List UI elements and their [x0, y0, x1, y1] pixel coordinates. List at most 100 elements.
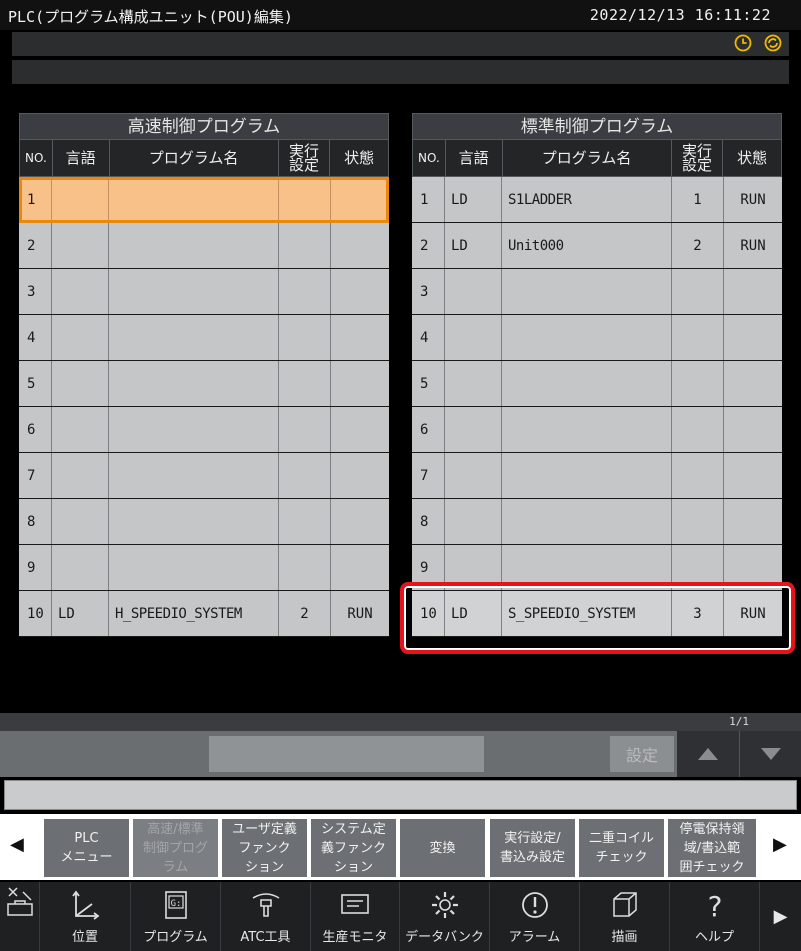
table-row[interactable]: 2 LD Unit000 2 RUN: [412, 223, 782, 269]
col-lang: 言語: [446, 140, 503, 176]
clock-icon: [734, 34, 757, 57]
page-up-button[interactable]: [677, 731, 739, 777]
set-button[interactable]: 設定: [610, 736, 674, 772]
highlight-frame: [400, 582, 795, 654]
col-name: プログラム名: [110, 140, 279, 176]
fkey-8[interactable]: 停電保持領 域/書込範 囲チェック: [668, 819, 756, 877]
cell-status: [724, 453, 782, 498]
menu-item-monitor[interactable]: 生産モニタ: [311, 882, 400, 951]
menu-item-maintenance[interactable]: [0, 882, 40, 951]
menu-label: プログラム: [143, 930, 208, 945]
cell-exec: [279, 407, 331, 452]
fkey-6[interactable]: 実行設定/ 書込み設定: [490, 819, 575, 877]
page-indicator: 1/1: [729, 715, 749, 728]
cell-status: [331, 499, 389, 544]
cell-name: [109, 499, 279, 544]
cell-no: 2: [412, 223, 445, 268]
menu-item-alarm[interactable]: アラーム: [490, 882, 580, 951]
fkey-next-icon[interactable]: ▶: [773, 834, 787, 855]
cell-status: RUN: [740, 237, 766, 254]
menu-item-axes[interactable]: 位置: [40, 882, 131, 951]
cell-name: [502, 315, 672, 360]
cell-status: RUN: [740, 191, 766, 208]
table-row[interactable]: 8: [412, 499, 782, 545]
datetime-display: 2022/12/13 16:11:22: [589, 6, 771, 24]
cell-lang: LD: [445, 223, 502, 268]
fkey-5[interactable]: 変換: [400, 819, 485, 877]
cell-name: [109, 269, 279, 314]
cell-no: 6: [19, 407, 52, 452]
cell-name: [109, 361, 279, 406]
cell-name: [109, 315, 279, 360]
table-row[interactable]: 1 LD S1LADDER 1 RUN: [412, 177, 782, 223]
message-bar: [4, 780, 797, 810]
maintenance-icon: [0, 884, 39, 918]
svg-text:G:: G:: [170, 899, 181, 909]
fkey-3[interactable]: ユーザ定義 ファンク ション: [222, 819, 307, 877]
table-title: 標準制御プログラム: [412, 113, 782, 139]
standard-program-table: 標準制御プログラム NO. 言語 プログラム名 実行 設定 状態 1 LD S1LA…: [412, 113, 782, 637]
cell-exec: [279, 453, 331, 498]
table-row[interactable]: 8: [19, 499, 389, 545]
cell-status: [331, 361, 389, 406]
fkey-7[interactable]: 二重コイル チェック: [579, 819, 664, 877]
cell-exec: 2: [279, 591, 331, 636]
fkey-1[interactable]: PLC メニュー: [44, 819, 129, 877]
fkey-2[interactable]: 高速/標準 制御プログ ラム: [133, 819, 218, 877]
cell-no: 8: [19, 499, 52, 544]
menu-label: 生産モニタ: [322, 930, 388, 945]
triangle-up-icon: [698, 748, 718, 760]
table-row[interactable]: 9: [19, 545, 389, 591]
cell-name: [502, 453, 672, 498]
fkey-prev-icon[interactable]: ◀: [10, 834, 24, 855]
page-down-button[interactable]: [739, 731, 801, 777]
table-row[interactable]: 5: [412, 361, 782, 407]
menu-next-icon[interactable]: ▶: [760, 882, 801, 951]
cell-status: [331, 545, 389, 590]
cycle-icon: [763, 34, 783, 57]
table-row[interactable]: 3: [19, 269, 389, 315]
cell-lang: [52, 269, 109, 314]
table-row[interactable]: 7: [19, 453, 389, 499]
cell-name: S1LADDER: [502, 177, 672, 222]
menu-label: データバンク: [405, 930, 484, 945]
cell-exec: [279, 361, 331, 406]
cell-exec: [279, 269, 331, 314]
table-row[interactable]: 7: [412, 453, 782, 499]
table-row[interactable]: 1: [19, 177, 389, 223]
table-row[interactable]: 6: [19, 407, 389, 453]
cell-status: [331, 177, 389, 222]
cell-status: [331, 453, 389, 498]
menu-item-gear[interactable]: データバンク: [400, 882, 490, 951]
cell-lang: [52, 177, 109, 222]
menu-item-program[interactable]: G: プログラム: [131, 882, 221, 951]
menu-item-help[interactable]: ? ヘルプ: [670, 882, 760, 951]
cell-no: 4: [412, 315, 445, 360]
value-input[interactable]: [209, 736, 484, 772]
col-status: 状態: [737, 149, 768, 167]
function-key-bar: ◀ PLC メニュー 高速/標準 制御プログ ラム ユーザ定義 ファンク ション シス…: [0, 814, 801, 880]
cell-status: [724, 407, 782, 452]
table-row[interactable]: 4: [19, 315, 389, 361]
table-header: NO. 言語 プログラム名 実行 設定 状態: [412, 139, 782, 177]
table-row[interactable]: 10 LD H_SPEEDIO_SYSTEM 2 RUN: [19, 591, 389, 637]
menu-item-tool[interactable]: ATC工具: [221, 882, 311, 951]
cell-lang: [445, 361, 502, 406]
table-row[interactable]: 2: [19, 223, 389, 269]
table-row[interactable]: 6: [412, 407, 782, 453]
cell-exec: [672, 361, 724, 406]
table-row[interactable]: 5: [19, 361, 389, 407]
program-icon: G:: [131, 888, 220, 922]
cell-no: 7: [412, 453, 445, 498]
cell-no: 2: [19, 223, 52, 268]
table-title: 高速制御プログラム: [19, 113, 389, 139]
table-row[interactable]: 3: [412, 269, 782, 315]
cell-exec: [279, 499, 331, 544]
menu-item-cube[interactable]: 描画: [580, 882, 670, 951]
fkey-4[interactable]: システム定 義ファンク ション: [311, 819, 396, 877]
table-row[interactable]: 4: [412, 315, 782, 361]
cell-exec: [279, 315, 331, 360]
cell-name: [109, 407, 279, 452]
cell-name: H_SPEEDIO_SYSTEM: [109, 591, 279, 636]
input-bar: [0, 713, 801, 731]
